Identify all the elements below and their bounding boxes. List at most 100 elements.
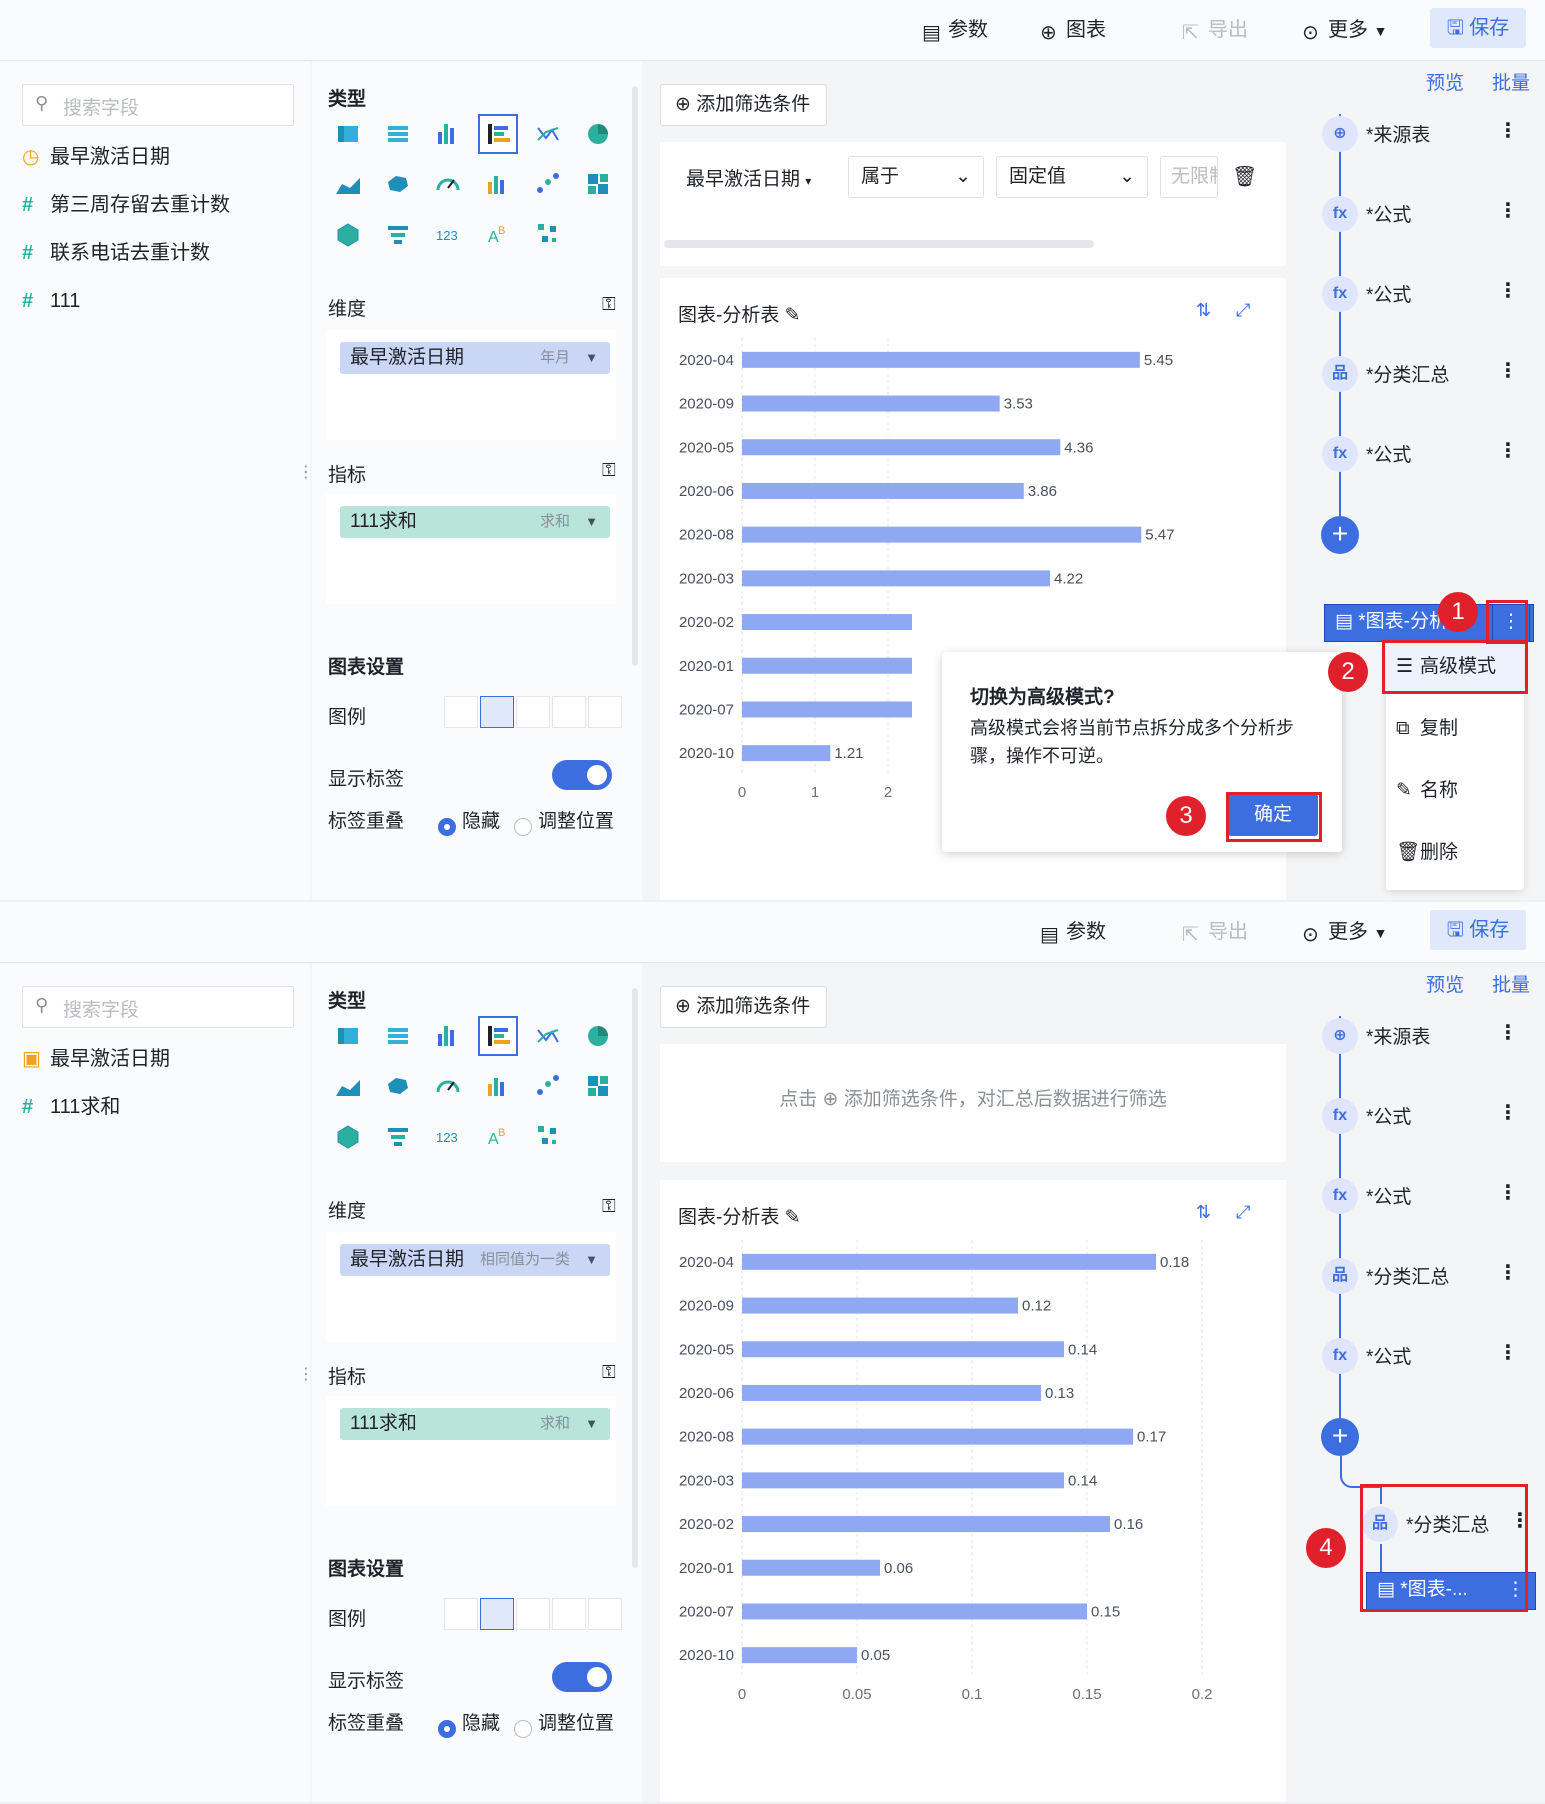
chart-type-option[interactable]	[378, 1066, 418, 1106]
lock-icon[interactable]: ⚿	[602, 294, 616, 315]
dimension-dropzone[interactable]: 最早激活日期 相同值为一类 ▼	[326, 1232, 616, 1342]
dimension-pill[interactable]: 最早激活日期 年月 ▼	[340, 342, 610, 374]
chart-type-option[interactable]	[478, 164, 518, 204]
chart-type-option[interactable]	[528, 1116, 568, 1156]
flow-node-formula[interactable]: fx *公式 ⋮	[1322, 1096, 1530, 1136]
field-search-input[interactable]: ⚲ 搜索字段	[22, 986, 294, 1028]
filter-field[interactable]: 最早激活日期 ▾	[686, 164, 811, 191]
chart-type-option[interactable]	[328, 1066, 368, 1106]
chart-type-option[interactable]	[528, 164, 568, 204]
chart-type-option[interactable]	[528, 214, 568, 254]
sort-icon[interactable]: ⇅	[1196, 300, 1211, 321]
edit-icon[interactable]: ✎	[785, 305, 801, 326]
flow-node-group[interactable]: 品 *分类汇总 ⋮	[1322, 1256, 1530, 1296]
params-button[interactable]: ▤ 参数	[1040, 916, 1106, 948]
bar[interactable]	[742, 1472, 1064, 1489]
radio-hide[interactable]	[438, 1720, 456, 1738]
legend-option[interactable]	[516, 1598, 550, 1630]
metric-pill[interactable]: 111求和 求和 ▼	[340, 506, 610, 538]
node-menu-icon[interactable]: ⋮	[1498, 1100, 1518, 1125]
bar[interactable]	[742, 745, 831, 762]
bar[interactable]	[742, 482, 1024, 499]
chart-type-option[interactable]	[378, 164, 418, 204]
legend-option[interactable]	[588, 1598, 622, 1630]
chart-type-option[interactable]: 123	[428, 214, 468, 254]
save-button[interactable]: 🖫 保存	[1430, 910, 1526, 950]
radio-adjust[interactable]	[514, 1720, 532, 1738]
chart-type-option[interactable]	[378, 114, 418, 154]
chart-type-option[interactable]: 123	[428, 1116, 468, 1156]
node-menu-icon[interactable]: ⋮	[1498, 1340, 1518, 1365]
add-filter-button[interactable]: ⊕ 添加筛选条件	[660, 986, 828, 1028]
radio-adjust[interactable]	[514, 818, 532, 836]
add-filter-button[interactable]: ⊕ 添加筛选条件	[660, 84, 828, 126]
node-menu-icon[interactable]: ⋮	[1498, 1020, 1518, 1045]
legend-option[interactable]	[444, 1598, 478, 1630]
node-menu-icon[interactable]: ⋮	[1498, 1180, 1518, 1205]
chart-type-option-selected[interactable]	[478, 114, 518, 154]
legend-option-selected[interactable]	[480, 1598, 514, 1630]
chart-type-option[interactable]	[578, 114, 618, 154]
caret-down-icon[interactable]: ▼	[585, 342, 598, 374]
lock-icon[interactable]: ⚿	[602, 1362, 616, 1383]
chart-type-option[interactable]	[478, 1066, 518, 1106]
flow-node-source[interactable]: ⊕ *来源表 ⋮	[1322, 114, 1530, 154]
batch-link[interactable]: 批量	[1492, 970, 1530, 997]
metric-dropzone[interactable]: 111求和 求和 ▼	[326, 1396, 616, 1506]
config-scrollbar[interactable]	[632, 86, 638, 666]
chart-type-option[interactable]	[428, 1066, 468, 1106]
lock-icon[interactable]: ⚿	[602, 460, 616, 481]
bar[interactable]	[742, 1516, 1110, 1533]
bar[interactable]	[742, 1297, 1018, 1314]
chart-type-option[interactable]	[328, 1116, 368, 1156]
bar[interactable]	[742, 1253, 1156, 1270]
dimension-dropzone[interactable]: 最早激活日期 年月 ▼	[326, 330, 616, 440]
bar[interactable]	[742, 570, 1051, 587]
flow-node-formula[interactable]: fx *公式 ⋮	[1322, 194, 1530, 234]
filter-scrollbar[interactable]	[664, 240, 1094, 248]
legend-option[interactable]	[588, 696, 622, 728]
field-item[interactable]: ▣ 最早激活日期	[22, 1044, 170, 1074]
chart-type-option[interactable]	[328, 1016, 368, 1056]
batch-link[interactable]: 批量	[1492, 68, 1530, 95]
chart-type-option[interactable]	[578, 1066, 618, 1106]
edit-icon[interactable]: ✎	[785, 1207, 801, 1228]
flow-node-group[interactable]: 品 *分类汇总 ⋮	[1322, 354, 1530, 394]
chart-type-option[interactable]	[328, 164, 368, 204]
bar[interactable]	[742, 657, 912, 674]
flow-node-formula[interactable]: fx *公式 ⋮	[1322, 1176, 1530, 1216]
bar[interactable]	[742, 1341, 1064, 1358]
chart-type-option[interactable]: AB	[478, 1116, 518, 1156]
more-button[interactable]: ⊙ 更多 ▼	[1302, 14, 1387, 46]
bar[interactable]	[742, 1559, 880, 1576]
dimension-pill[interactable]: 最早激活日期 相同值为一类 ▼	[340, 1244, 610, 1276]
filter-mode-select[interactable]: 固定值 ⌄	[996, 156, 1148, 198]
chart-type-option[interactable]	[328, 114, 368, 154]
trash-icon[interactable]: 🗑	[1232, 164, 1257, 189]
params-button[interactable]: ▤ 参数	[922, 14, 988, 46]
bar[interactable]	[742, 439, 1061, 456]
bar[interactable]	[742, 1603, 1087, 1620]
menu-item-copy[interactable]: ⧉ 复制	[1386, 704, 1524, 754]
menu-item-delete[interactable]: 🗑 删除	[1386, 828, 1524, 878]
bar[interactable]	[742, 1384, 1041, 1401]
legend-option[interactable]	[444, 696, 478, 728]
filter-value-input[interactable]: 无限制	[1160, 156, 1218, 198]
chart-type-option[interactable]	[578, 1016, 618, 1056]
chart-type-option[interactable]	[378, 1016, 418, 1056]
bar[interactable]	[742, 351, 1140, 368]
preview-link[interactable]: 预览	[1426, 68, 1464, 95]
add-node-button[interactable]: +	[1321, 516, 1359, 554]
preview-link[interactable]: 预览	[1426, 970, 1464, 997]
caret-down-icon[interactable]: ▼	[585, 1244, 598, 1276]
legend-option-selected[interactable]	[480, 696, 514, 728]
flow-node-formula[interactable]: fx *公式 ⋮	[1322, 274, 1530, 314]
node-menu-icon[interactable]: ⋮	[1498, 278, 1518, 303]
node-menu-icon[interactable]: ⋮	[1498, 1260, 1518, 1285]
node-menu-icon[interactable]: ⋮	[1498, 438, 1518, 463]
legend-option[interactable]	[552, 696, 586, 728]
field-search-input[interactable]: ⚲ 搜索字段	[22, 84, 294, 126]
node-menu-icon[interactable]: ⋮	[1498, 358, 1518, 383]
field-item[interactable]: # 联系电话去重计数	[22, 238, 210, 268]
bar[interactable]	[742, 1428, 1133, 1445]
